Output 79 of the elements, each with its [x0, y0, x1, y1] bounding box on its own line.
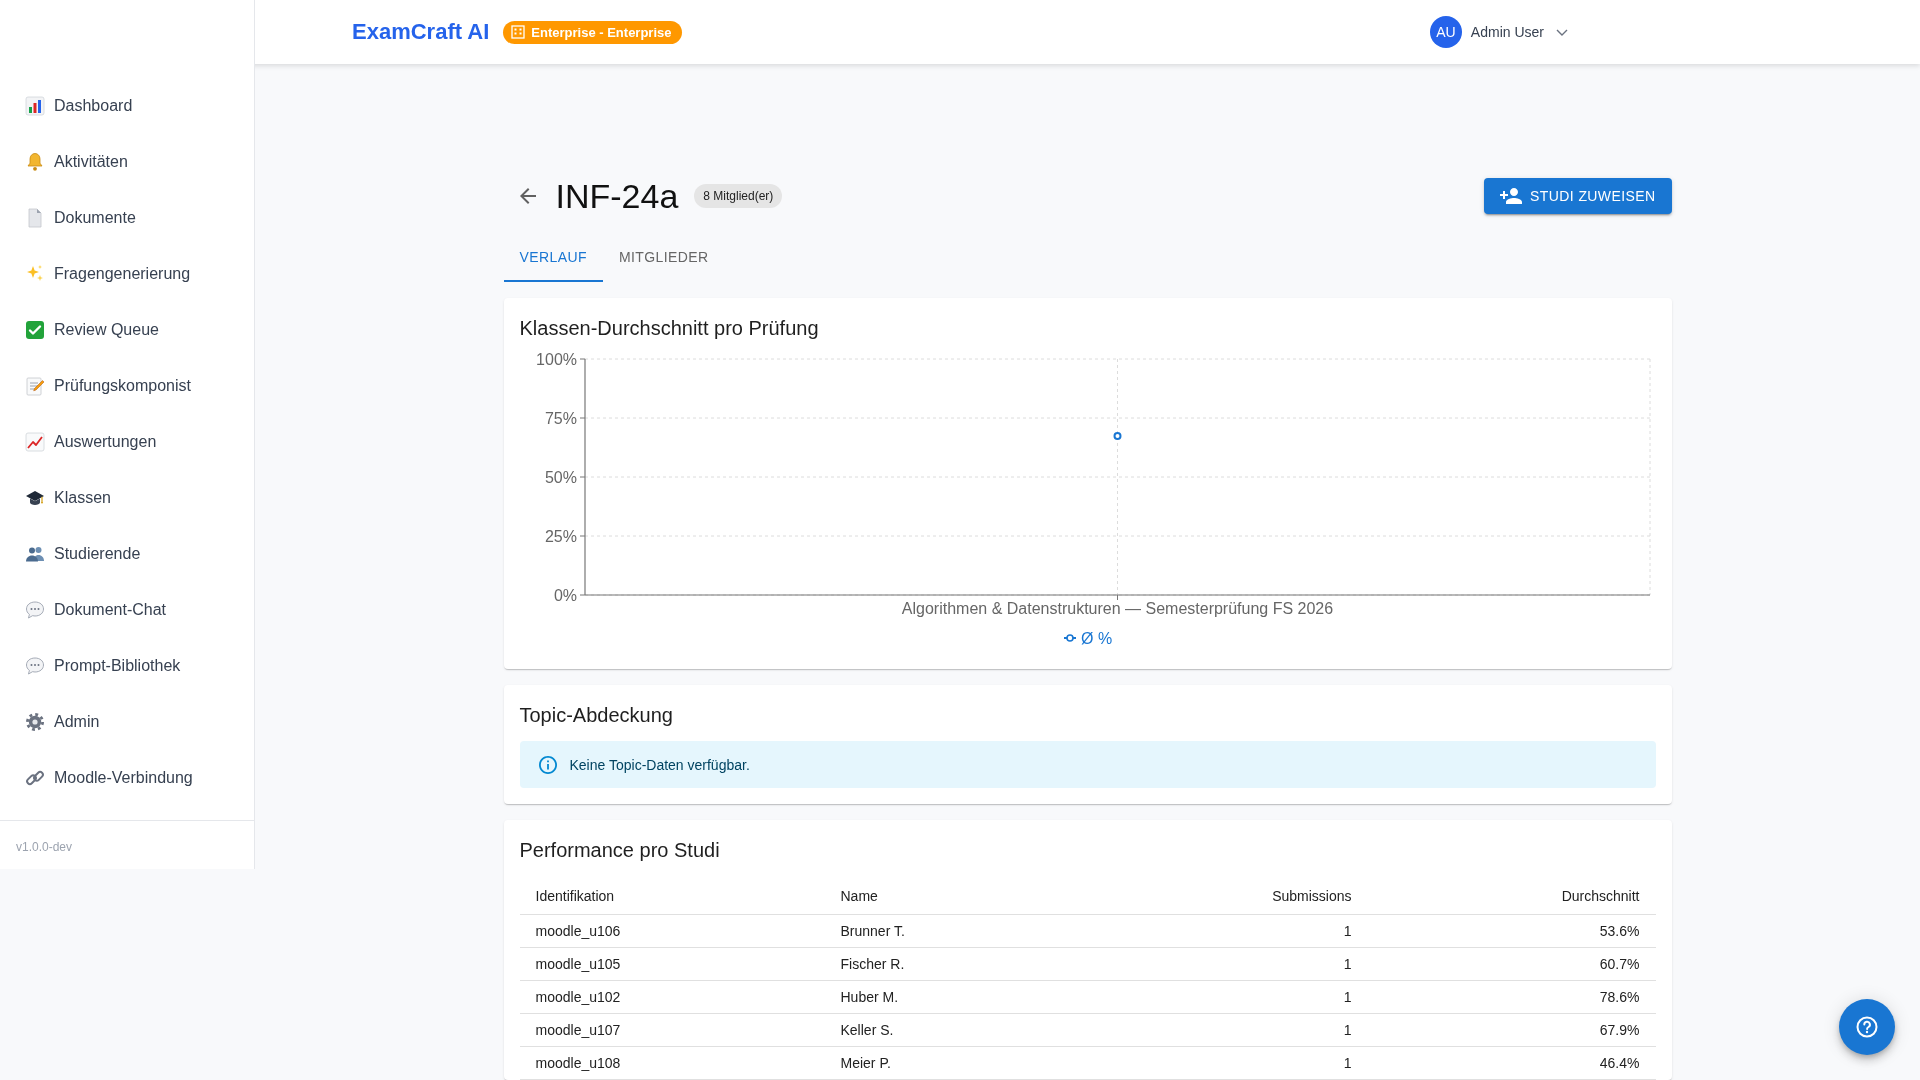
bell-icon	[25, 152, 45, 172]
card-title: Topic-Abdeckung	[519, 703, 674, 728]
speech-bubble-icon	[25, 656, 45, 676]
table-cell: moodle_u105	[519, 947, 825, 981]
table-cell: 1	[1099, 1013, 1368, 1047]
user-name[interactable]: Admin User	[1470, 24, 1544, 40]
y-tick-label: 75%	[544, 409, 577, 427]
link-icon	[25, 768, 45, 788]
table-cell: Huber M.	[824, 980, 1100, 1014]
nav-item[interactable]: Dokumente	[0, 190, 254, 246]
memo-pencil-icon	[25, 376, 45, 396]
y-tick-label: 0%	[553, 586, 577, 604]
table-cell: 1	[1099, 914, 1368, 948]
speech-bubble-icon	[25, 600, 45, 620]
document-icon	[25, 208, 45, 228]
table-cell: Brunner T.	[824, 914, 1100, 948]
nav-item[interactable]: Studierende	[0, 526, 254, 582]
nav-item[interactable]: Admin	[0, 694, 254, 750]
chevron-down-icon[interactable]	[1556, 28, 1568, 36]
column-header[interactable]: Submissions	[1099, 878, 1368, 915]
help-button[interactable]	[1839, 999, 1895, 1055]
card-title: Performance pro Studi	[519, 838, 721, 863]
table-cell: moodle_u102	[519, 980, 825, 1014]
nav-item[interactable]: Dashboard	[0, 78, 254, 134]
user-avatar[interactable]: AU	[1429, 16, 1462, 48]
building-icon	[511, 25, 526, 39]
legend-label: Ø %	[1080, 629, 1112, 647]
checkmark-icon	[25, 320, 45, 340]
plan-label: Enterprise - Enterprise	[531, 24, 672, 40]
table-cell: Meier P.	[824, 1046, 1100, 1080]
column-header[interactable]: Name	[824, 878, 1100, 915]
y-tick-label: 100%	[535, 350, 577, 368]
table-cell: 46.4%	[1367, 1046, 1656, 1080]
table-cell: 78.6%	[1367, 980, 1656, 1014]
page-title: INF-24a	[555, 176, 679, 216]
nav-item[interactable]: Klassen	[0, 470, 254, 526]
x-category-label: Algorithmen & Datenstrukturen — Semesterprüfung FS 2026	[901, 600, 1333, 617]
gear-icon	[25, 712, 45, 732]
legend-marker-icon	[1062, 634, 1077, 642]
tab[interactable]: VERLAUF	[503, 234, 603, 282]
table-cell: moodle_u106	[519, 914, 825, 948]
table-cell: 67.9%	[1367, 1013, 1656, 1047]
people-icon	[25, 544, 45, 564]
nav-item[interactable]: Review Queue	[0, 302, 254, 358]
tab[interactable]: MITGLIEDER	[602, 234, 725, 282]
nav-item[interactable]: Moodle-Verbindung	[0, 750, 254, 806]
table-cell: 1	[1099, 1046, 1368, 1080]
table-cell: 53.6%	[1367, 914, 1656, 948]
table-cell: 1	[1099, 980, 1368, 1014]
column-header[interactable]: Durchschnitt	[1367, 878, 1656, 915]
bar-chart-icon	[25, 96, 45, 116]
info-message: Keine Topic-Daten verfügbar.	[569, 756, 750, 773]
nav-item[interactable]: Prüfungskomponist	[0, 358, 254, 414]
member-count-chip: 8 Mitglied(er)	[694, 184, 783, 208]
nav-item[interactable]: Auswertungen	[0, 414, 254, 470]
info-icon	[538, 755, 557, 774]
table-cell: 1	[1099, 947, 1368, 981]
y-tick-label: 25%	[544, 527, 577, 545]
graduation-cap-icon	[25, 488, 45, 508]
person-add-icon	[1500, 188, 1523, 204]
table-cell: Keller S.	[824, 1013, 1100, 1047]
table-cell: moodle_u108	[519, 1046, 825, 1080]
table-cell: 60.7%	[1367, 947, 1656, 981]
y-tick-label: 50%	[544, 468, 577, 486]
nav-item[interactable]: Dokument-Chat	[0, 582, 254, 638]
card-title: Klassen-Durchschnitt pro Prüfung	[519, 316, 820, 341]
line-chart-icon	[25, 432, 45, 452]
column-header[interactable]: Identifikation	[519, 878, 825, 915]
nav-item[interactable]: Fragengenerierung	[0, 246, 254, 302]
table-cell: Fischer R.	[824, 947, 1100, 981]
app-logo[interactable]: ExamCraft AI	[352, 19, 490, 45]
nav-item[interactable]: Prompt-Bibliothek	[0, 638, 254, 694]
table-cell: moodle_u107	[519, 1013, 825, 1047]
version-label: v1.0.0-dev	[15, 839, 74, 854]
nav-item[interactable]: Aktivitäten	[0, 134, 254, 190]
assign-student-button[interactable]: STUDI ZUWEISEN	[1484, 178, 1672, 214]
back-arrow-icon	[519, 188, 536, 204]
data-point	[1113, 431, 1121, 440]
help-icon	[1856, 1016, 1878, 1038]
